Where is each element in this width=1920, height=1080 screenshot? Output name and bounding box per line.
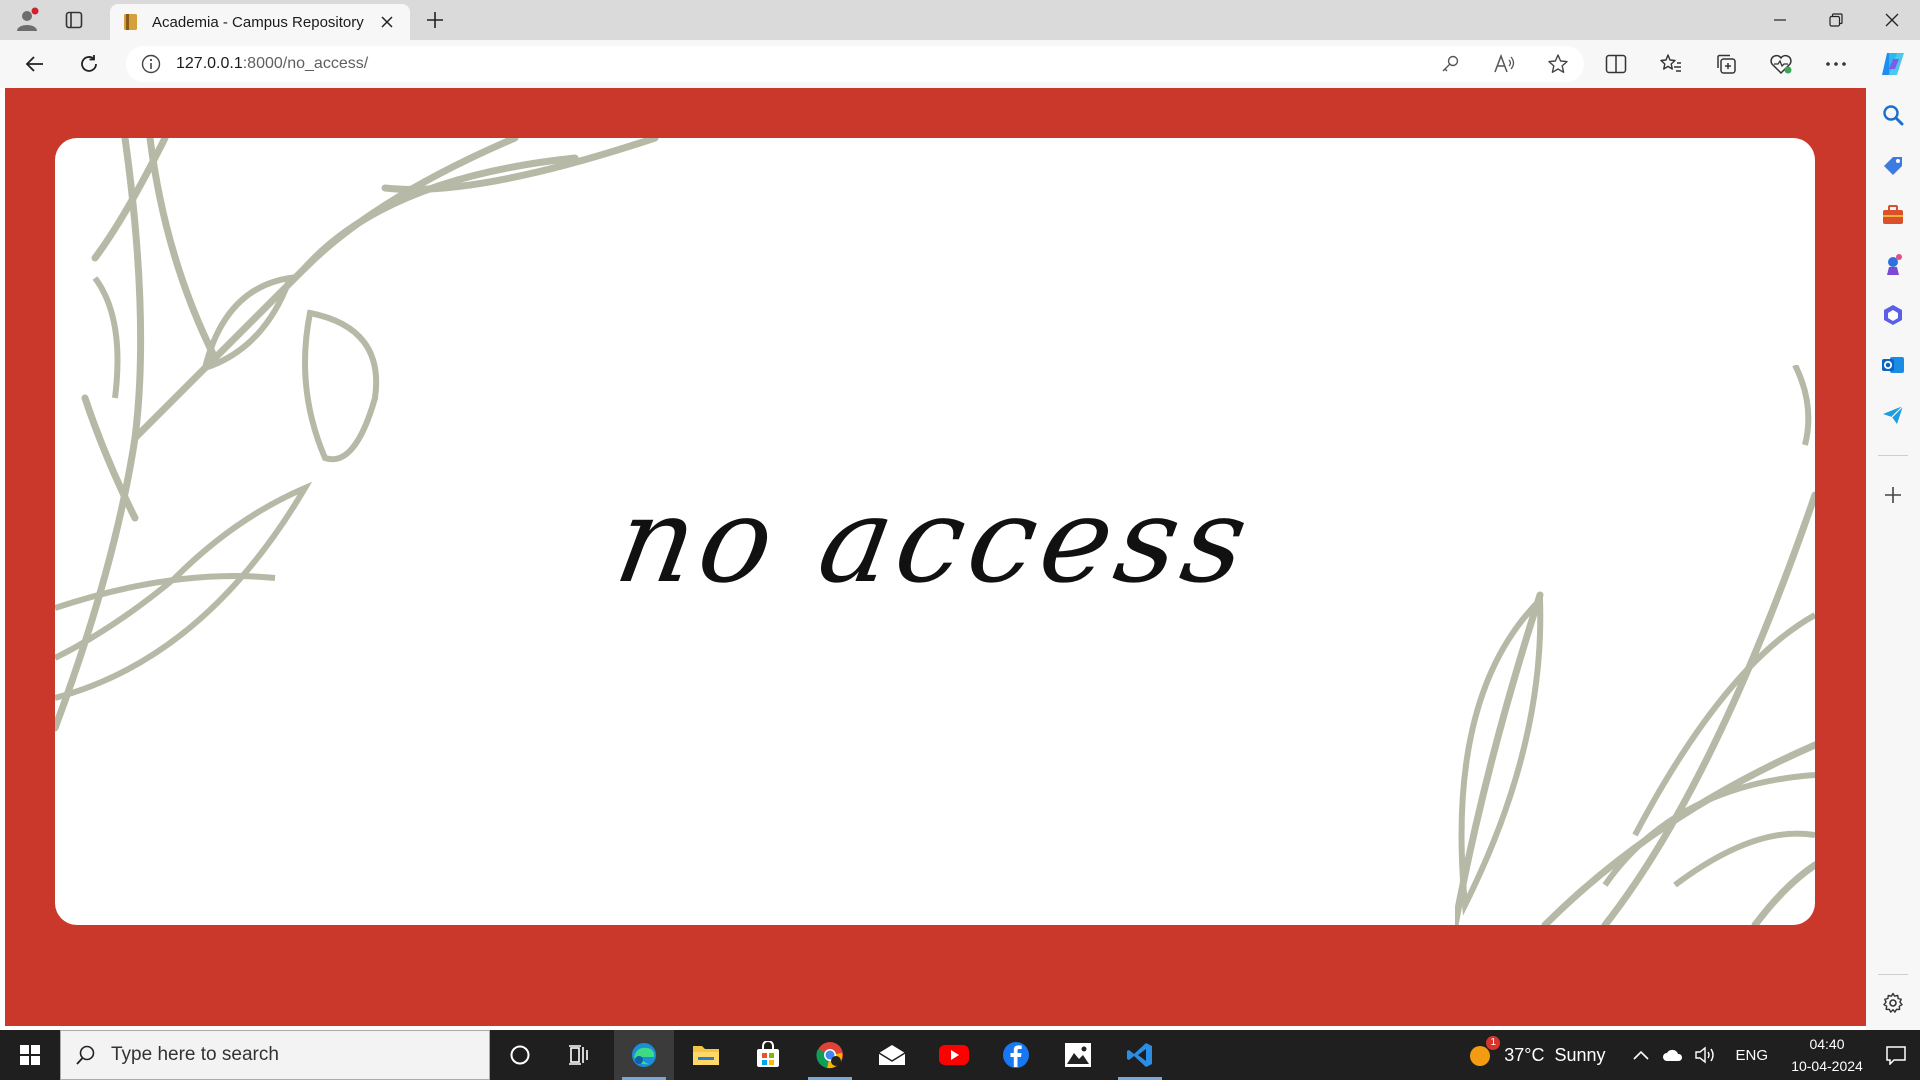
refresh-icon [81,55,97,72]
sidebar-divider [1878,455,1908,456]
sun-icon: 1 [1468,1036,1501,1068]
taskbar-clock[interactable]: 04:40 10-04-2024 [1782,1033,1872,1077]
outlook-icon[interactable] [1878,350,1908,380]
facebook-icon [1003,1042,1029,1068]
title-bar: Academia - Campus Repository [0,0,1920,40]
edge-sidebar [1866,88,1920,1030]
windows-logo-icon [20,1045,40,1065]
microsoft-365-icon[interactable] [1878,300,1908,330]
mail-envelope-icon [878,1045,906,1065]
search-icon [76,1045,95,1065]
mail-app[interactable] [862,1030,922,1080]
split-screen-icon[interactable] [1600,48,1632,80]
youtube-app[interactable] [924,1030,984,1080]
back-button[interactable] [18,48,52,80]
refresh-button[interactable] [72,48,106,80]
profile-button[interactable] [10,5,44,35]
photos-app[interactable] [1048,1030,1108,1080]
onedrive-cloud-icon[interactable] [1657,1030,1689,1080]
close-window-button[interactable] [1864,0,1920,40]
search-placeholder: Type here to search [111,1044,279,1065]
tab-actions-button[interactable] [56,5,92,35]
new-tab-button[interactable] [420,6,450,34]
headline-text: no access [606,470,1264,609]
vscode-icon [1127,1043,1152,1067]
no-access-headline: no access [55,138,1815,925]
chrome-app[interactable] [800,1030,860,1080]
no-access-card: no access [55,138,1815,925]
system-tray: 1 37°C Sunny ENG 04:40 10-04-2024 [1468,1030,1920,1080]
task-view-icon [569,1045,588,1065]
book-favicon-icon [122,13,140,31]
close-icon [1885,13,1899,27]
youtube-icon [939,1045,969,1065]
edge-taskbar-app[interactable] [614,1030,674,1080]
volume-icon[interactable] [1689,1030,1721,1080]
windows-taskbar: Type here to search 1 37°C Sunny ENG 04:… [0,1030,1920,1080]
clock-date: 10-04-2024 [1791,1058,1863,1074]
copilot-icon [1882,53,1904,75]
read-aloud-icon[interactable] [1488,48,1520,80]
more-options-icon[interactable] [1820,48,1852,80]
favorites-icon[interactable] [1655,48,1687,80]
copilot-button[interactable] [1876,48,1910,80]
chrome-icon [816,1042,843,1069]
tab-actions-icon [65,11,83,29]
gear-icon[interactable] [1878,988,1908,1018]
clock-time: 04:40 [1809,1036,1845,1052]
facebook-app[interactable] [986,1030,1046,1080]
toolbar-actions [1600,48,1852,80]
close-tab-icon[interactable] [376,11,398,33]
tab-title: Academia - Campus Repository [152,13,364,31]
address-actions [1434,48,1574,80]
task-view-button[interactable] [550,1030,610,1080]
notification-button[interactable] [1872,1030,1920,1080]
start-button[interactable] [0,1030,60,1080]
favorite-star-icon[interactable] [1542,48,1574,80]
address-bar[interactable]: 127.0.0.1:8000/no_access/ [126,46,1584,82]
chevron-up-icon[interactable] [1625,1030,1657,1080]
weather-widget[interactable]: 1 37°C Sunny [1468,1036,1606,1068]
browser-essentials-icon[interactable] [1765,48,1797,80]
games-icon[interactable] [1878,250,1908,280]
send-icon[interactable] [1878,400,1908,430]
file-explorer-app[interactable] [676,1030,736,1080]
weather-condition: Sunny [1554,1044,1606,1065]
arrow-left-icon [25,56,43,72]
page-background: no access [5,88,1866,1026]
vscode-app[interactable] [1110,1030,1170,1080]
cortana-circle-icon [510,1045,530,1065]
search-icon[interactable] [1878,100,1908,130]
photos-icon [1065,1043,1091,1067]
browser-tab[interactable]: Academia - Campus Repository [110,4,410,40]
restore-icon [1829,13,1843,27]
tools-briefcase-icon[interactable] [1878,200,1908,230]
sidebar-divider [1878,974,1908,975]
folder-icon [693,1046,719,1065]
minimize-button[interactable] [1752,0,1808,40]
url-path: :8000/no_access/ [242,55,369,72]
url-host: 127.0.0.1 [176,55,243,72]
info-icon[interactable] [140,53,162,75]
edge-icon [632,1043,656,1067]
shopping-tag-icon[interactable] [1878,150,1908,180]
notification-icon [1886,1046,1906,1065]
weather-badge: 1 [1486,1036,1501,1050]
add-icon[interactable] [1878,480,1908,510]
cortana-button[interactable] [490,1030,550,1080]
taskbar-search[interactable]: Type here to search [60,1030,490,1080]
weather-temp: 37°C [1504,1044,1545,1065]
minimize-icon [1774,19,1786,21]
restore-button[interactable] [1808,0,1864,40]
window-controls [1752,0,1920,40]
profile-icon [17,7,39,31]
plus-icon [427,12,443,28]
store-app[interactable] [738,1030,798,1080]
collections-icon[interactable] [1710,48,1742,80]
store-bag-icon [757,1041,779,1067]
key-icon[interactable] [1434,48,1466,80]
browser-toolbar: 127.0.0.1:8000/no_access/ [0,40,1920,88]
language-indicator[interactable]: ENG [1735,1047,1768,1064]
